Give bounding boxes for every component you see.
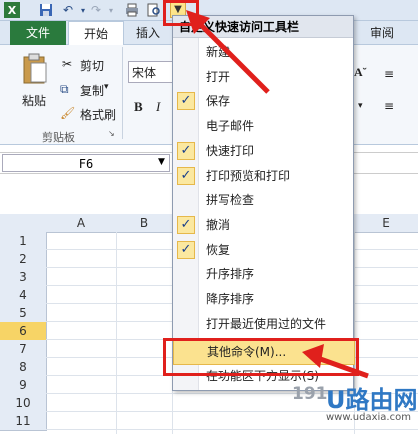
menu-item-label: 电子邮件 [206,119,255,134]
align-left-icon[interactable]: ≡ [384,99,394,113]
menu-item-label: 撤消 [206,217,231,232]
menu-item-label: 降序排序 [206,292,255,306]
menu-item[interactable]: ✓ 撤消 [173,213,353,237]
bold-button[interactable]: B [134,99,143,115]
menu-item[interactable]: 打开最近使用过的文件 [173,312,353,336]
row-header[interactable]: 1 [0,232,47,251]
paste-button[interactable]: 粘贴 [22,92,46,109]
group-divider [122,47,123,139]
copy-dropdown-icon[interactable]: ▾ [104,82,109,92]
format-painter-button[interactable]: 格式刷 [80,106,116,123]
print-preview-icon[interactable] [146,2,162,18]
italic-button[interactable]: I [156,99,160,115]
menu-item[interactable]: ✓ 打印预览和打印 [173,164,353,188]
copy-icon[interactable]: ⧉ [60,82,69,97]
cut-icon[interactable]: ✂ [62,57,72,71]
cut-button[interactable]: 剪切 [80,57,104,74]
menu-item-label: 快速打印 [206,143,255,158]
tab-home[interactable]: 开始 [68,21,124,47]
copy-button[interactable]: 复制 [80,82,104,99]
row-header[interactable]: 3 [0,268,47,287]
select-all-corner[interactable] [0,214,47,233]
tab-review[interactable]: 审阅 [360,21,404,45]
save-icon[interactable] [38,2,54,18]
grid-column-line [116,232,117,434]
name-box[interactable]: F6 [2,154,170,172]
menu-item[interactable]: 升序排序 [173,262,353,286]
menu-item[interactable]: ✓ 恢复 [173,238,353,262]
menu-item[interactable]: ✓ 快速打印 [173,139,353,163]
tab-insert[interactable]: 插入 [128,21,168,45]
row-header[interactable]: 10 [0,394,47,413]
annotation-arrow-top [186,10,270,94]
font-name-value: 宋体 [132,66,157,80]
watermark-number: 191 [292,384,328,404]
checkmark-icon: ✓ [177,141,195,160]
column-header-a[interactable]: A [46,214,117,233]
undo-icon[interactable]: ↶ [60,2,76,18]
menu-item-label: 恢复 [206,242,231,257]
redo-icon[interactable]: ↷ [88,2,104,18]
menu-item[interactable]: 电子邮件 [173,114,353,138]
row-header[interactable]: 4 [0,286,47,305]
row-header[interactable]: 8 [0,358,47,377]
font-color-dropdown-icon[interactable]: ▾ [358,101,363,111]
menu-item[interactable]: 拼写检查 [173,188,353,212]
quick-print-icon[interactable] [124,2,140,18]
menu-item-label: 升序排序 [206,267,255,282]
excel-app-icon[interactable]: X [4,2,20,18]
row-header[interactable]: 7 [0,340,47,359]
clipboard-launcher-icon[interactable]: ↘ [108,129,115,138]
watermark-url: www.udaxia.com [326,412,411,423]
menu-item-label: 打开最近使用过的文件 [206,316,327,331]
font-name-combobox[interactable]: 宋体 [128,61,174,83]
menu-item-label: 拼写检查 [206,193,255,208]
align-top-icon[interactable]: ≡ [384,67,394,81]
shrink-font-icon[interactable]: A˘ [354,65,367,80]
column-header-b[interactable]: B [116,214,173,233]
row-header[interactable]: 9 [0,376,47,395]
column-header-e[interactable]: E [354,214,418,233]
watermark-brand: U路由网 [326,386,418,414]
row-header[interactable]: 2 [0,250,47,269]
checkmark-icon: ✓ [177,166,195,185]
menu-item[interactable]: 降序排序 [173,287,353,311]
redo-dropdown-icon[interactable]: ▾ [103,2,119,18]
checkmark-icon: ✓ [177,240,195,259]
tab-file[interactable]: 文件 [10,21,66,45]
watermark-logo: 191 U路由网 www.udaxia.com [290,380,418,434]
checkmark-icon: ✓ [177,215,195,234]
paste-icon[interactable] [22,53,48,85]
menu-item-label: 打印预览和打印 [206,168,291,183]
format-painter-icon[interactable]: 🖌 [60,106,75,120]
name-box-dropdown-icon[interactable]: ▼ [158,157,165,167]
annotation-arrow-bottom [302,344,369,379]
row-header[interactable]: 6 [0,322,47,341]
row-header[interactable]: 11 [0,412,47,431]
clipboard-group-label: 剪贴板 [42,131,75,144]
row-header[interactable]: 5 [0,304,47,323]
